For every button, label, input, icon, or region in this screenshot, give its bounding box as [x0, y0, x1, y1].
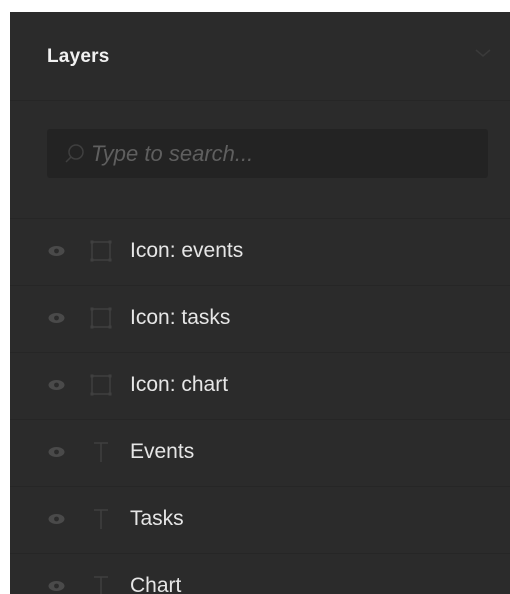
eye-icon[interactable]	[47, 244, 66, 258]
layer-row[interactable]: Events	[10, 420, 510, 487]
layer-row[interactable]: Icon: tasks	[10, 286, 510, 353]
layer-row[interactable]: Icon: events	[10, 219, 510, 286]
search-box[interactable]	[47, 129, 488, 178]
search-input[interactable]	[91, 140, 461, 167]
text-layer-icon	[94, 509, 108, 529]
eye-icon[interactable]	[47, 378, 66, 392]
frame-icon	[90, 240, 112, 262]
eye-icon[interactable]	[47, 512, 66, 526]
text-layer-icon	[94, 576, 108, 594]
layers-list: Icon: events Icon: tasks Icon: chart Eve…	[10, 219, 510, 594]
layer-row[interactable]: Chart	[10, 554, 510, 594]
panel-header: Layers	[10, 12, 510, 101]
layer-row[interactable]: Icon: chart	[10, 353, 510, 420]
layer-label: Events	[130, 440, 195, 463]
layer-label: Chart	[130, 574, 182, 594]
layer-label: Icon: tasks	[130, 306, 231, 329]
text-layer-icon	[94, 442, 108, 462]
panel-title: Layers	[47, 46, 110, 67]
layer-label: Tasks	[130, 507, 184, 530]
search-icon	[65, 144, 84, 163]
search-section	[10, 101, 510, 219]
eye-icon[interactable]	[47, 311, 66, 325]
eye-icon[interactable]	[47, 445, 66, 459]
layer-label: Icon: chart	[130, 373, 229, 396]
frame-icon	[90, 307, 112, 329]
frame-icon	[90, 374, 112, 396]
eye-icon[interactable]	[47, 579, 66, 593]
chevron-down-icon[interactable]	[474, 46, 492, 60]
layer-row[interactable]: Tasks	[10, 487, 510, 554]
layer-label: Icon: events	[130, 239, 244, 262]
layers-panel: Layers Icon:	[10, 12, 510, 594]
